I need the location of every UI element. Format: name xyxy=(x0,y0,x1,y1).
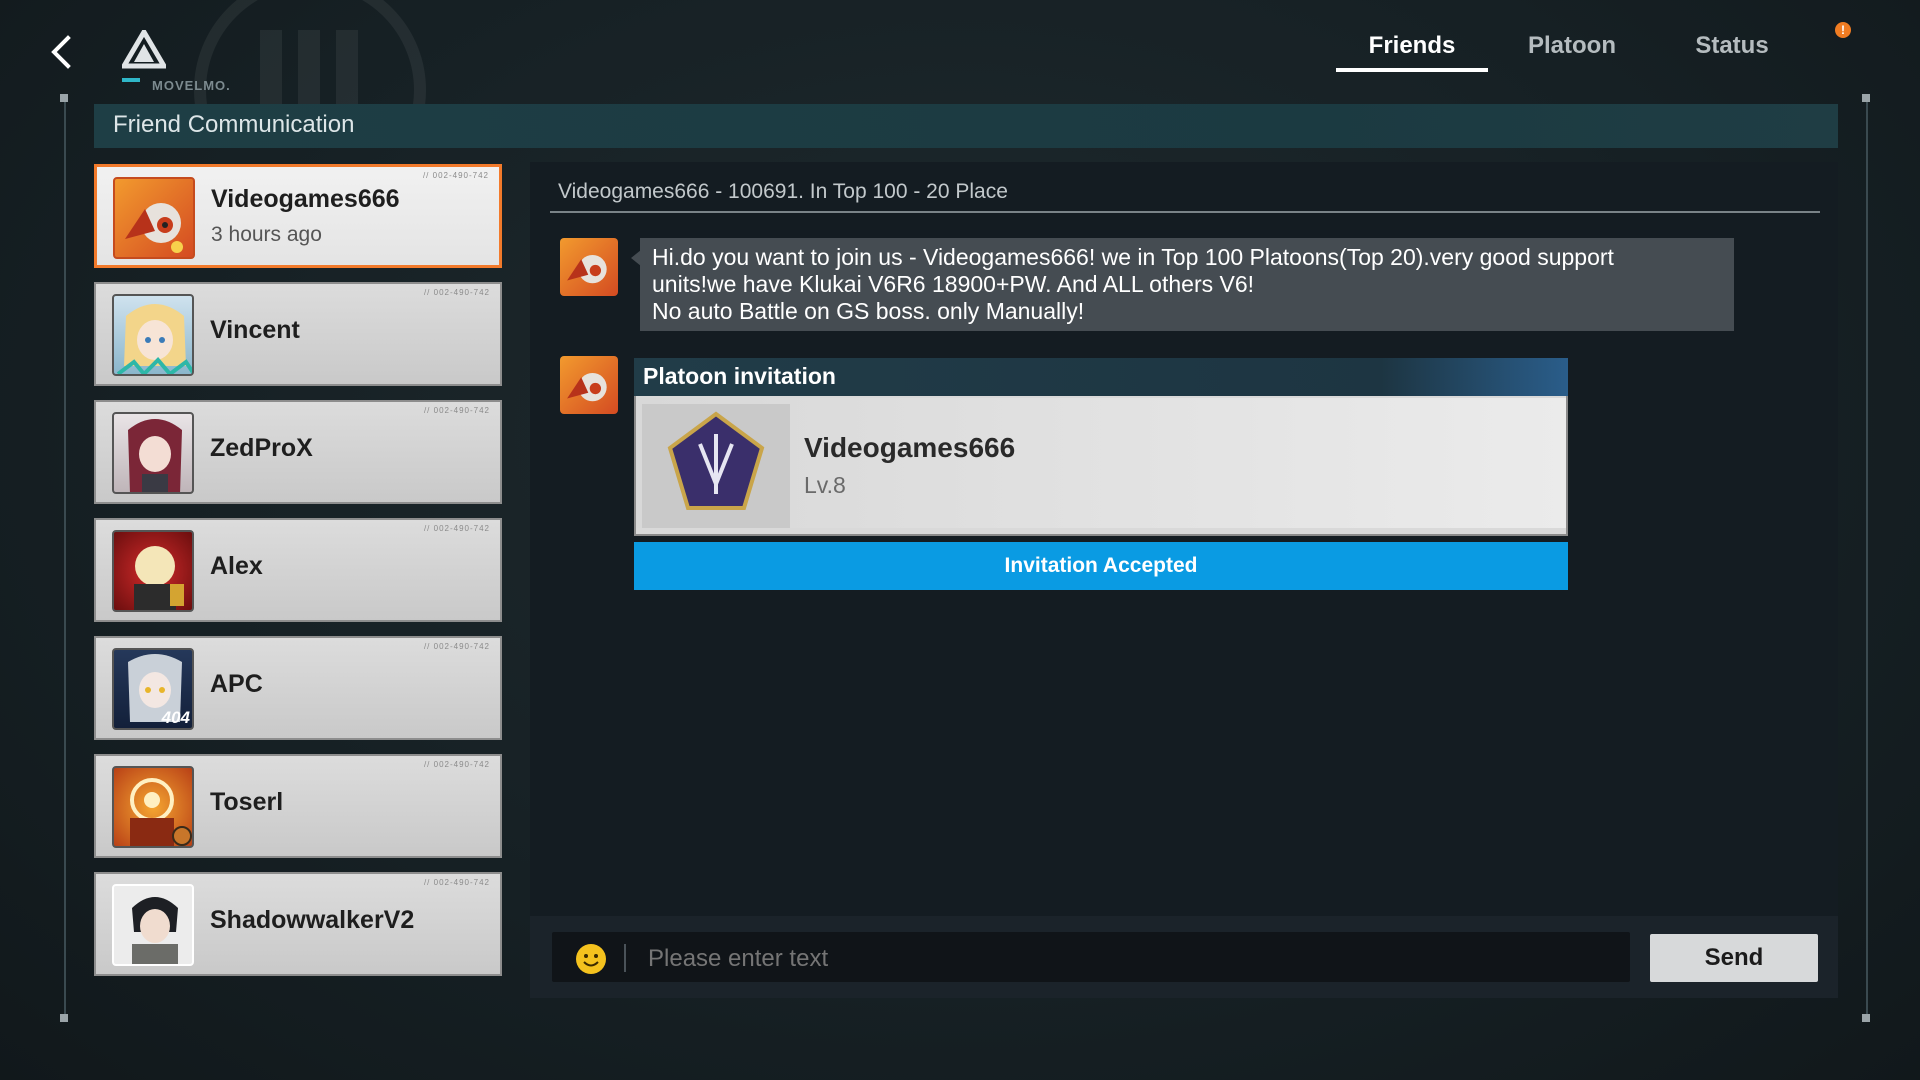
friend-name: ZedProX xyxy=(210,434,313,462)
background-emblem-watermark xyxy=(194,0,426,120)
chat-header-divider xyxy=(550,211,1820,213)
invitation-accepted-button[interactable]: Invitation Accepted xyxy=(634,542,1568,590)
card-decoration: // 002-490-742 xyxy=(423,406,490,415)
frame-corner-marker xyxy=(1862,1014,1870,1022)
maroon-hair-girl-avatar xyxy=(112,412,194,494)
top-tabs: Friends Platoon Status xyxy=(1332,28,1812,72)
smiley-icon xyxy=(583,954,599,967)
friend-name: Vincent xyxy=(210,316,300,344)
tab-platoon[interactable]: Platoon xyxy=(1492,28,1652,68)
card-decoration: // 002-490-742 xyxy=(422,171,489,180)
message-line: No auto Battle on GS boss. only Manually… xyxy=(652,298,1085,324)
orange-target-avatar xyxy=(112,766,194,848)
message-sender-avatar[interactable] xyxy=(560,356,618,414)
friend-card-vincent[interactable]: Vincent // 002-490-742 xyxy=(94,282,502,386)
red-chibi-avatar xyxy=(112,530,194,612)
friend-card-apc[interactable]: 404 APC // 002-490-742 xyxy=(94,636,502,740)
message-input[interactable] xyxy=(646,944,1610,974)
friend-card-videogames666[interactable]: Videogames666 3 hours ago // 002-490-742 xyxy=(94,164,502,268)
invitation-platoon-level: Lv.8 xyxy=(804,472,846,498)
friend-name: ShadowwalkerV2 xyxy=(210,906,415,934)
avatar-badge-404: 404 xyxy=(161,708,190,727)
logo-accent-bar xyxy=(122,78,140,82)
card-decoration: // 002-490-742 xyxy=(423,878,490,887)
message-sender-avatar[interactable] xyxy=(560,238,618,296)
chat-message-bubble: Hi.do you want to join us - Videogames66… xyxy=(640,238,1734,331)
game-logo-icon xyxy=(122,30,166,69)
frame-corner-marker xyxy=(1862,94,1870,102)
brand-logo-text: MOVELMO. xyxy=(152,78,231,93)
chevron-left-icon xyxy=(51,35,71,69)
card-decoration: // 002-490-742 xyxy=(423,642,490,651)
chat-header: Videogames666 - 100691. In Top 100 - 20 … xyxy=(558,180,1008,203)
invitation-platoon-name: Videogames666 xyxy=(804,432,1016,463)
friend-list: Videogames666 3 hours ago // 002-490-742… xyxy=(94,164,504,984)
platoon-emblem-icon xyxy=(667,411,765,510)
friend-card-shadowwalkerv2[interactable]: ShadowwalkerV2 // 002-490-742 xyxy=(94,872,502,976)
orange-mech-avatar xyxy=(113,177,195,259)
frame-corner-marker xyxy=(60,94,68,102)
friend-name: Videogames666 xyxy=(211,185,400,213)
silver-hair-404-avatar: 404 xyxy=(112,648,194,730)
send-button[interactable]: Send xyxy=(1650,934,1818,982)
emoji-button[interactable] xyxy=(576,944,606,974)
right-frame-line xyxy=(1866,96,1868,1016)
friend-card-zedprox[interactable]: ZedProX // 002-490-742 xyxy=(94,400,502,504)
input-separator xyxy=(624,944,626,972)
card-decoration: // 002-490-742 xyxy=(423,524,490,533)
message-line: units!we have Klukai V6R6 18900+PW. And … xyxy=(652,271,1255,297)
alert-badge-icon: ! xyxy=(1835,22,1851,38)
back-button[interactable] xyxy=(40,30,84,74)
friend-name: Alex xyxy=(210,552,263,580)
left-frame-line xyxy=(64,96,66,1016)
card-decoration: // 002-490-742 xyxy=(423,288,490,297)
message-line: Hi.do you want to join us - Videogames66… xyxy=(652,244,1614,270)
friend-last-online: 3 hours ago xyxy=(211,223,322,246)
card-decoration: // 002-490-742 xyxy=(423,760,490,769)
frame-corner-marker xyxy=(60,1014,68,1022)
friend-card-toserl[interactable]: Toserl // 002-490-742 xyxy=(94,754,502,858)
tab-friends[interactable]: Friends xyxy=(1332,28,1492,72)
blonde-girl-avatar xyxy=(112,294,194,376)
invitation-title: Platoon invitation xyxy=(643,363,836,389)
friend-card-alex[interactable]: Alex // 002-490-742 xyxy=(94,518,502,622)
dark-hair-boy-avatar xyxy=(112,884,194,966)
platoon-emblem-frame xyxy=(642,404,790,528)
section-title: Friend Communication xyxy=(113,111,355,138)
friend-name: APC xyxy=(210,670,263,698)
section-header-bar xyxy=(94,104,1838,148)
tab-status[interactable]: Status xyxy=(1652,28,1812,68)
friend-name: Toserl xyxy=(210,788,284,816)
